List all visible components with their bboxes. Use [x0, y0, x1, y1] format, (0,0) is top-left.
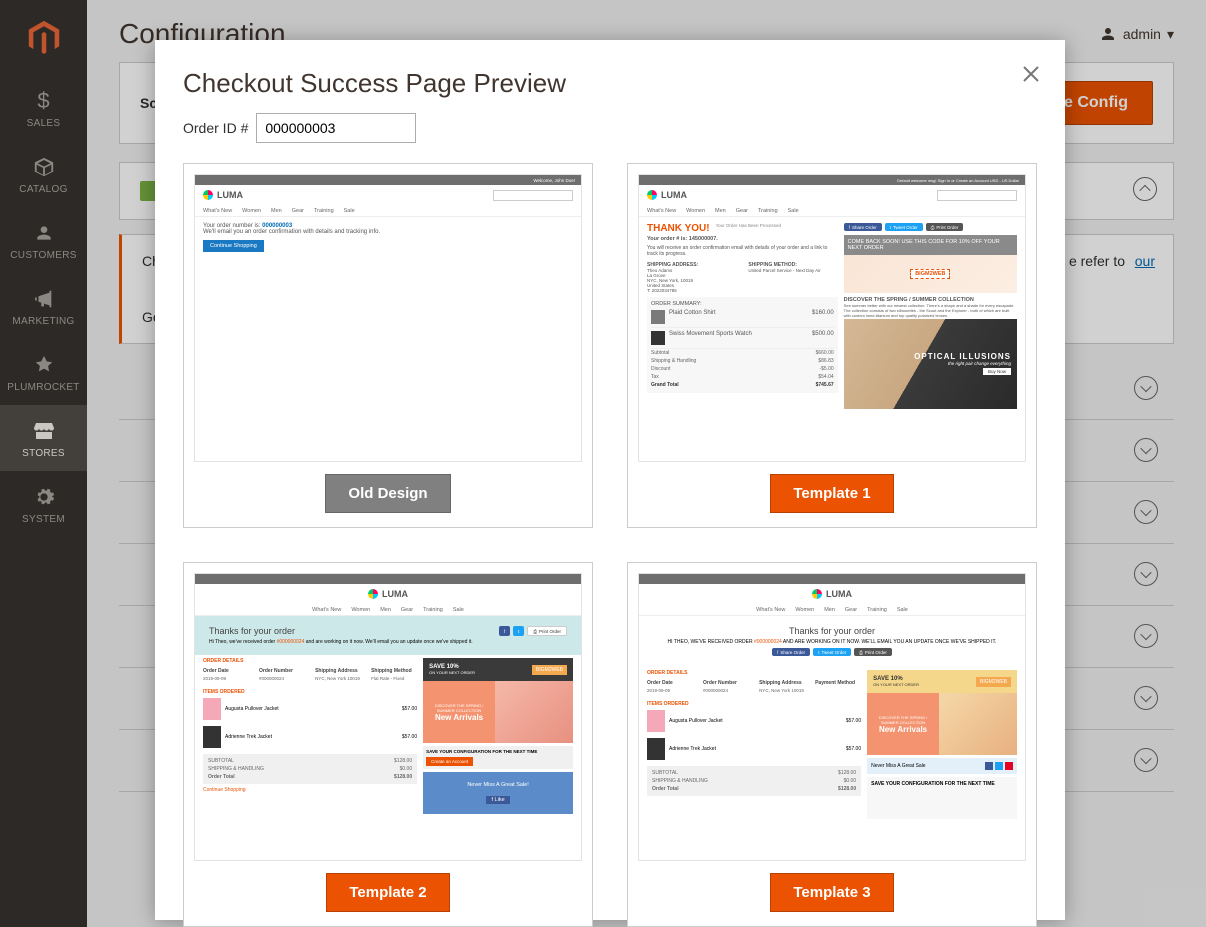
- preview-modal: Checkout Success Page Preview Order ID #…: [155, 40, 1065, 920]
- close-icon: [1021, 64, 1041, 84]
- template-preview-old: Welcome, John Doe! LUMA What's NewWomenM…: [194, 174, 582, 462]
- modal-title: Checkout Success Page Preview: [183, 68, 1037, 99]
- order-id-input[interactable]: [256, 113, 416, 143]
- template-1-button[interactable]: Template 1: [770, 474, 893, 513]
- template-2-button[interactable]: Template 2: [326, 873, 449, 912]
- template-card-old: Welcome, John Doe! LUMA What's NewWomenM…: [183, 163, 593, 528]
- order-id-label: Order ID #: [183, 120, 248, 136]
- template-card-3: LUMA What's NewWomenMenGearTrainingSale …: [627, 562, 1037, 927]
- template-preview-2: LUMA What's NewWomenMenGearTrainingSale …: [194, 573, 582, 861]
- template-card-1: Default welcome msg! Sign In or Create a…: [627, 163, 1037, 528]
- template-preview-3: LUMA What's NewWomenMenGearTrainingSale …: [638, 573, 1026, 861]
- template-card-2: LUMA What's NewWomenMenGearTrainingSale …: [183, 562, 593, 927]
- modal-close-button[interactable]: [1017, 60, 1045, 88]
- old-design-button[interactable]: Old Design: [325, 474, 450, 513]
- template-3-button[interactable]: Template 3: [770, 873, 893, 912]
- template-preview-1: Default welcome msg! Sign In or Create a…: [638, 174, 1026, 462]
